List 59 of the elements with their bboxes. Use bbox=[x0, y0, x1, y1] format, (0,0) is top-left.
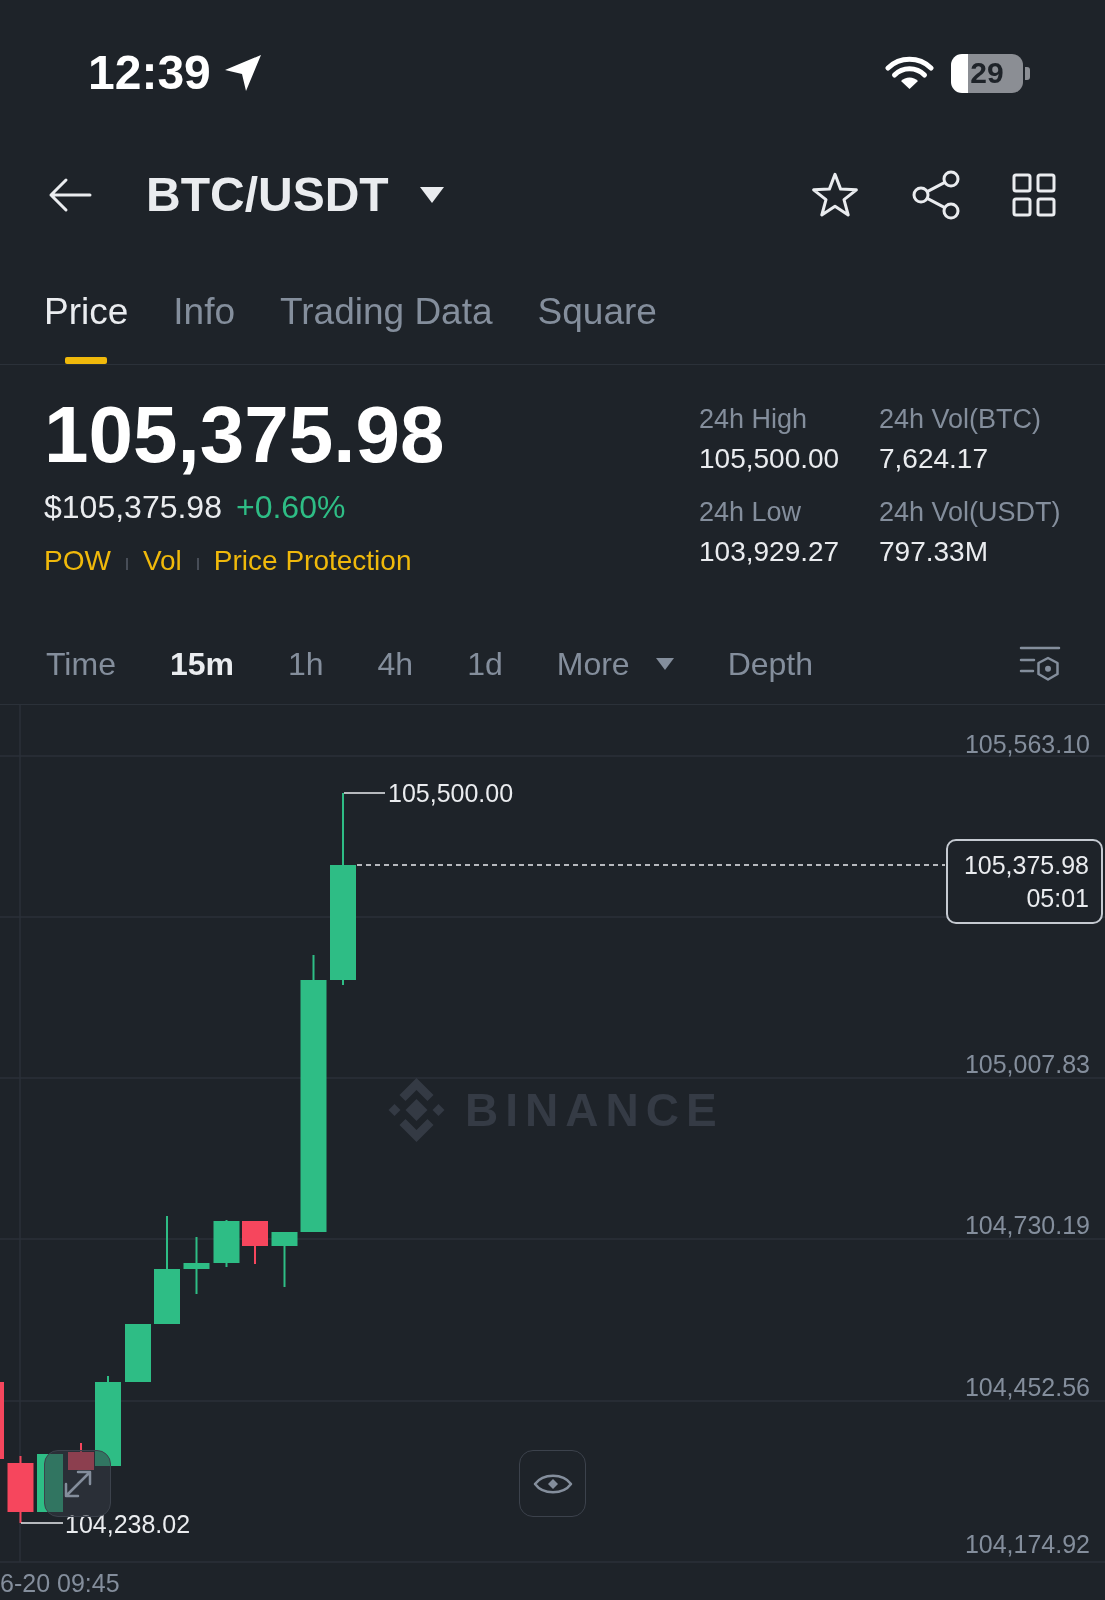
chart-tab[interactable]: More bbox=[556, 645, 674, 683]
candlestick bbox=[271, 1231, 298, 1288]
stat-value: 797.33M bbox=[879, 536, 989, 568]
stat-value: 103,929.27 bbox=[699, 536, 841, 568]
chart-tab[interactable]: 1h bbox=[287, 645, 324, 683]
price-axis-label: 104,452.56 bbox=[964, 1373, 1090, 1401]
stat-label: 24h Vol(USDT) bbox=[879, 496, 1061, 528]
grid-icon bbox=[1012, 173, 1056, 217]
star-icon bbox=[810, 172, 860, 218]
leader-line bbox=[20, 1522, 64, 1524]
candlestick bbox=[183, 1236, 210, 1295]
tab-indicator bbox=[65, 357, 108, 364]
wifi-icon bbox=[885, 56, 934, 90]
price-axis-label: 104,174.92 bbox=[964, 1530, 1090, 1558]
price-axis-label: 105,007.83 bbox=[964, 1050, 1090, 1078]
back-arrow-icon bbox=[48, 177, 92, 213]
price-change: +0.60% bbox=[235, 489, 346, 525]
stat-label: 24h High bbox=[699, 403, 809, 435]
stat-value: 105,500.00 bbox=[699, 443, 841, 475]
fullscreen-button[interactable] bbox=[44, 1450, 111, 1517]
tag-link[interactable]: Price Protection bbox=[213, 545, 412, 577]
share-icon bbox=[911, 170, 961, 220]
last-price: 105,375.98 bbox=[44, 393, 446, 477]
caret-down-icon bbox=[655, 658, 674, 670]
candlestick bbox=[242, 1220, 268, 1265]
high-price-label: 105,500.00 bbox=[388, 779, 514, 807]
countdown-label: 05:01 bbox=[1026, 884, 1089, 912]
tab[interactable]: Price bbox=[44, 292, 129, 332]
settings-icon bbox=[1019, 646, 1061, 682]
pair-selector[interactable]: BTC/USDT bbox=[146, 167, 444, 223]
status-time: 12:39 bbox=[88, 49, 211, 97]
stat-label: 24h Low bbox=[699, 496, 803, 528]
time-axis-label: 6-20 09:45 bbox=[0, 1569, 120, 1597]
chart-tab[interactable]: 15m bbox=[169, 645, 234, 683]
tag-link[interactable]: Vol bbox=[142, 545, 182, 577]
price-axis-label: 104,730.19 bbox=[964, 1211, 1090, 1239]
candlestick bbox=[37, 1453, 63, 1513]
tab[interactable]: Info bbox=[173, 292, 236, 332]
chart-tab[interactable]: Time bbox=[46, 645, 116, 683]
candlestick bbox=[7, 1455, 34, 1524]
low-price-label: 104,238.02 bbox=[65, 1510, 191, 1538]
candlestick bbox=[213, 1219, 240, 1268]
tab[interactable]: Square bbox=[537, 292, 657, 332]
caret-down-icon bbox=[419, 187, 444, 203]
price-axis-label: 105,563.10 bbox=[964, 730, 1090, 758]
fiat-price: $105,375.98 bbox=[44, 489, 222, 525]
tag-link[interactable]: POW bbox=[44, 545, 111, 577]
leader-line bbox=[343, 792, 386, 794]
tab[interactable]: Trading Data bbox=[280, 292, 493, 332]
chart-tab[interactable]: 4h bbox=[377, 645, 414, 683]
visibility-button[interactable] bbox=[519, 1450, 586, 1517]
chart-tab[interactable]: 1d bbox=[467, 645, 503, 683]
stat-label: 24h Vol(BTC) bbox=[879, 403, 1043, 435]
location-arrow-icon bbox=[223, 54, 262, 92]
candlestick bbox=[125, 1323, 151, 1383]
stat-value: 7,624.17 bbox=[879, 443, 989, 475]
last-price-label: 105,375.98 bbox=[963, 851, 1089, 879]
battery-indicator: 29 bbox=[951, 53, 1030, 93]
chart-tab[interactable]: Depth bbox=[727, 645, 814, 683]
